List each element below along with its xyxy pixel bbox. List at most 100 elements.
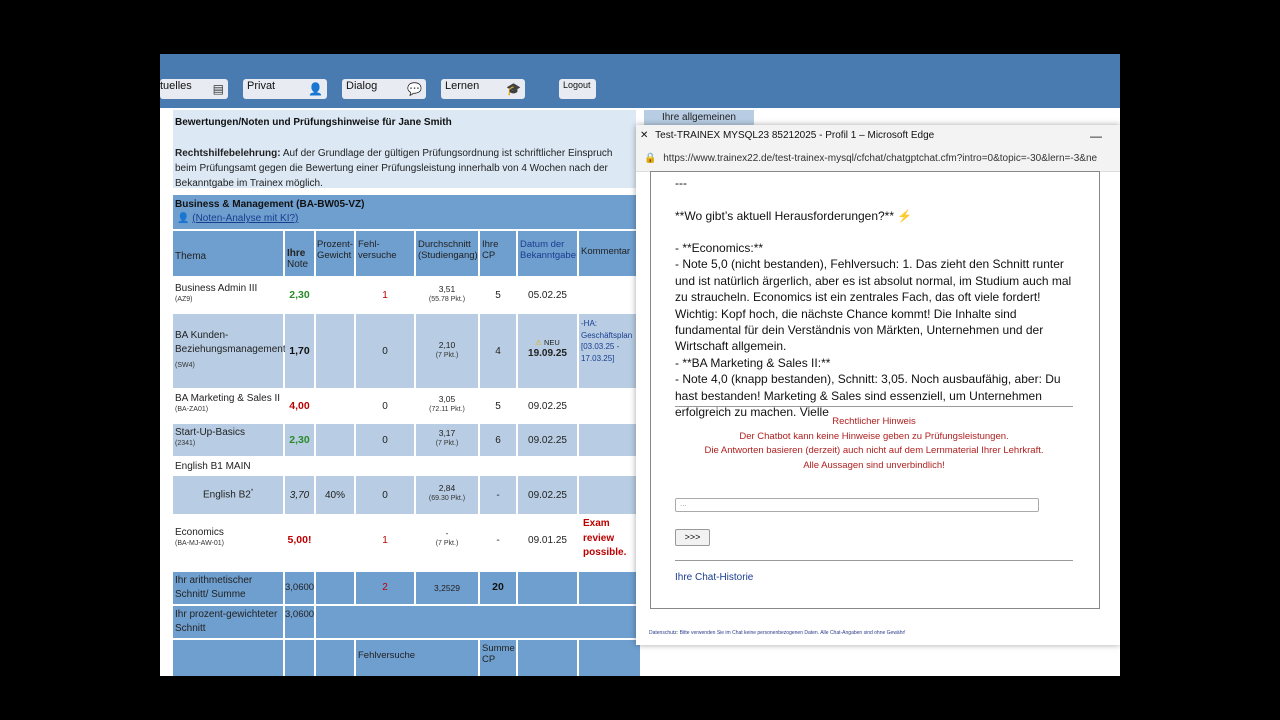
warning-icon: ⚠ [535,338,542,347]
summary-cell [518,572,577,604]
cp-cell: - [480,524,516,564]
date-cell: ⚠ NEU 19.09.25 [518,314,577,388]
chat-line: - Note 4,0 (knapp bestanden), Schnitt: 3… [675,372,1061,420]
arith-schnitt: 3,2529 [416,572,478,604]
chat-heading: **Wo gibt’s aktuell Herausforderungen?**… [675,209,913,223]
date-cell: 09.01.25 [518,524,577,564]
table-row-2: BA Marketing & Sales II (BA-ZA01) [173,390,283,422]
tab-general[interactable]: Ihre allgemeinen [644,110,754,126]
page-title: Bewertungen/Noten und Prüfungshinweise f… [175,117,452,128]
comment-cell [579,476,640,514]
table-row-4: English B1 MAIN [173,458,373,476]
col-header-thema: Thema [173,231,283,276]
avg-cell: 3,05 (72.11 Pkt.) [416,390,478,422]
cp-cell: 5 [480,390,516,422]
program-header: Business & Management (BA-BW05-VZ) 👤 (No… [173,195,636,229]
lightning-icon: ⚡ [897,209,913,223]
date-cell: 09.02.25 [518,424,577,456]
cp-cell: 4 [480,314,516,388]
address-bar[interactable]: 🔒 https://www.trainex22.de/test-trainex-… [636,147,1120,172]
grade-cell: 2,30 [285,280,314,312]
date-cell: 09.02.25 [518,476,577,514]
grade-cell: 5,00! [285,524,314,564]
col-header-durchschnitt: Durchschnitt (Studiengang) [416,231,478,276]
grade-cell: 4,00 [285,390,314,422]
chat-popup-window: ✕ Test-TRAINEX MYSQL23 85212025 - Profil… [636,125,1120,645]
ai-analysis-link-text: (Noten-Analyse mit KI?) [192,213,299,224]
fehl-cell: 0 [356,314,414,388]
chat-input[interactable]: ... [675,498,1039,512]
window-title: Test-TRAINEX MYSQL23 85212025 - Profil 1… [655,130,935,141]
footer-cell [285,640,314,676]
fehl-cell: 0 [356,390,414,422]
site-info-icon: 🔒 [644,153,657,164]
fehl-cell: 0 [356,476,414,514]
weighted-value: 3,0600 [285,606,314,638]
summary-cell [316,606,640,638]
legal-hint: Rechtlicher Hinweis Der Chatbot kann kei… [704,416,1044,471]
footer-cell [173,640,283,676]
program-title: Business & Management (BA-BW05-VZ) [175,199,365,210]
fehl-cell: 1 [356,280,414,312]
weight-cell: 40% [316,476,354,514]
col-header-note: Ihre Note [285,231,314,276]
arith-value: 3,0600 [285,572,314,604]
table-row-6: Economics (BA-MJ-AW-01) [173,524,283,564]
chat-line: - **Economics:** [675,241,764,255]
chat-line: - **BA Marketing & Sales II:** [675,355,831,370]
comment-cell [579,424,640,456]
grade-cell: 3,70 [285,476,314,514]
arith-fehl: 2 [356,572,414,604]
cp-cell: 5 [480,280,516,312]
fehl-cell: 1 [356,524,414,564]
col-header-kommentar: Kommentar [579,231,640,276]
window-titlebar: ✕ Test-TRAINEX MYSQL23 85212025 - Profil… [636,125,1120,147]
avg-cell: 3,17 (7 Pkt.) [416,424,478,456]
footer-cell [579,640,640,676]
chat-history-link[interactable]: Ihre Chat-Historie [675,572,753,583]
summary-cell [316,572,354,604]
avg-cell: 2,84 (69.30 Pkt.) [416,476,478,514]
address-url: https://www.trainex22.de/test-trainex-my… [663,153,1098,164]
date-cell: 05.02.25 [518,280,577,312]
col-header-datum[interactable]: Datum der Bekanntgabe [518,231,577,276]
table-row-1: BA Kunden-Beziehungsmanagement (SW4) [173,314,286,388]
col-header-gewicht: Prozent- Gewicht [316,231,354,276]
grades-panel: Bewertungen/Noten und Prüfungshinweise f… [160,54,640,676]
divider [675,560,1073,561]
cp-cell: - [480,476,516,514]
arith-cp: 20 [480,572,516,604]
weight-cell [316,314,354,388]
grade-cell: 2,30 [285,424,314,456]
exam-review-note: Exam review possible. [583,517,638,567]
table-row-3: Start-Up-Basics (2341) [173,424,283,456]
col-header-cp: Ihre CP [480,231,516,276]
fehl-cell: 0 [356,424,414,456]
send-button[interactable]: >>> [675,529,710,546]
table-row-0: Business Admin III (AZ9) [173,280,283,312]
table-row-5: English B2* [173,476,283,514]
tab-general-label: Ihre allgemeinen [662,112,736,123]
chat-container: --- **Wo gibt’s aktuell Herausforderunge… [650,171,1100,609]
legal-notice: Rechtshilfebelehrung: Auf der Grundlage … [175,146,633,191]
chat-message: - **Economics:** - Note 5,0 (nicht besta… [675,240,1075,420]
date-cell: 09.02.25 [518,390,577,422]
ai-analysis-link[interactable]: 👤 (Noten-Analyse mit KI?) [177,213,298,224]
legal-label: Rechtshilfebelehrung: [175,148,281,159]
chat-separator: --- [675,176,687,190]
privacy-note: Datenschutz: Bitte verwenden Sie im Chat… [649,630,906,636]
avg-cell: - (7 Pkt.) [416,524,478,564]
comment-link[interactable]: -HA: Geschäftsplan [03.03.25 - 17.03.25] [579,314,640,388]
minimize-button[interactable]: — [1090,125,1102,147]
chat-line: - Note 5,0 (nicht bestanden), Fehlversuc… [675,257,1072,354]
avg-cell: 2,10 (7 Pkt.) [416,314,478,388]
edge-icon: ✕ [640,130,649,141]
weight-cell [316,424,354,456]
footer-cp: Summe CP [480,640,516,676]
footer-cell [518,640,577,676]
grade-cell: 1,70 [285,314,314,388]
user-icon: 👤 [177,213,190,224]
divider [675,406,1073,407]
summary-cell [579,572,640,604]
avg-cell: 3,51 (55.78 Pkt.) [416,280,478,312]
